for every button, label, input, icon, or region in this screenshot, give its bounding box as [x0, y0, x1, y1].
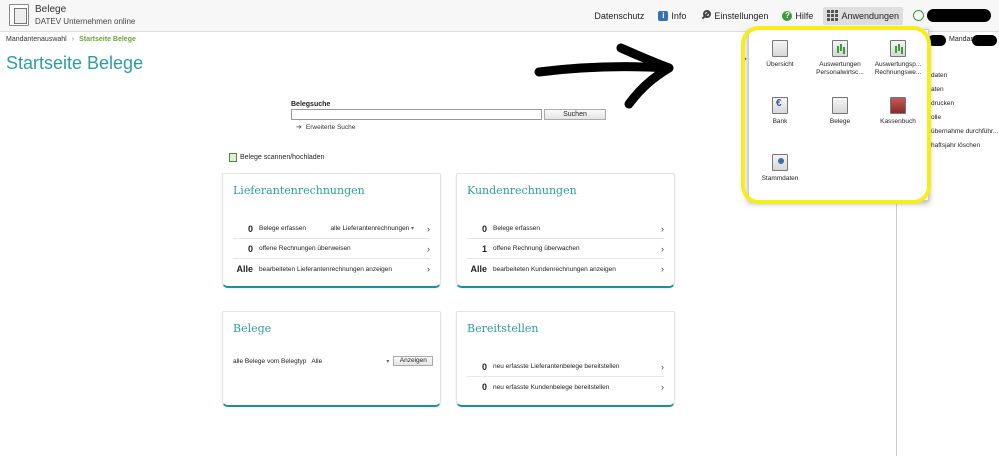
- count: Alle: [470, 264, 487, 274]
- anwendungen-menu[interactable]: Anwendungen: [823, 6, 903, 25]
- search-input[interactable]: [291, 109, 542, 120]
- extended-search-label: Erweiterte Suche: [305, 124, 356, 131]
- side-panel-item[interactable]: olle: [931, 114, 941, 121]
- count: 0: [247, 223, 253, 234]
- chevron-right-icon: ›: [661, 382, 664, 392]
- count: Alle: [236, 264, 253, 274]
- count: 0: [481, 223, 487, 234]
- side-panel-item[interactable]: haftsjahr löschen: [931, 142, 980, 149]
- annotation-highlight: [741, 26, 931, 204]
- chevron-right-icon: ›: [661, 223, 664, 234]
- count: 0: [481, 361, 487, 372]
- arrow-right-icon: ➔: [296, 124, 302, 131]
- info-icon: i: [658, 10, 669, 21]
- list-item[interactable]: 0 Belege erfassen alle Lieferantenrechnu…: [233, 219, 430, 239]
- count: 1: [481, 243, 487, 254]
- chevron-right-icon: ›: [661, 243, 664, 254]
- einstellungen-menu[interactable]: Einstellungen: [696, 7, 772, 25]
- list-item[interactable]: 0 offene Rechnungen überweisen ›: [233, 239, 430, 259]
- list-item[interactable]: Alle bearbeiteten Lieferantenrechnungen …: [233, 259, 430, 279]
- side-panel-item[interactable]: daten: [931, 72, 947, 79]
- breadcrumb-parent[interactable]: Mandantenauswahl: [6, 36, 67, 43]
- help-icon: ?: [782, 10, 793, 21]
- belegtyp-label: alle Belege vom Belegtyp: [233, 357, 307, 365]
- app-subtitle: DATEV Unternehmen online: [35, 17, 136, 26]
- hilfe-menu[interactable]: ? Hilfe: [778, 7, 817, 25]
- app-title: Belege: [35, 4, 67, 15]
- chevron-right-icon: ›: [661, 264, 664, 274]
- row-label: neu erfasste Lieferantenbelege bereitste…: [493, 363, 620, 370]
- anwendungen-label: Anwendungen: [841, 10, 899, 21]
- chevron-right-icon: ›: [427, 264, 430, 274]
- belegtyp-select[interactable]: Alle: [311, 356, 389, 366]
- belege-card: Belege alle Belege vom Belegtyp Alle Anz…: [222, 311, 441, 407]
- chevron-right-icon: ›: [427, 243, 430, 254]
- lieferantenrechnungen-card: Lieferantenrechnungen 0 Belege erfassen …: [222, 173, 441, 288]
- redacted-username: [927, 9, 991, 22]
- list-item[interactable]: 1 offene Rechnung überwachen ›: [467, 239, 664, 259]
- row-label: offene Rechnung überwachen: [493, 245, 580, 252]
- card-title: Kundenrechnungen: [467, 184, 577, 197]
- info-menu[interactable]: i Info: [654, 7, 690, 25]
- list-item[interactable]: 0 neu erfasste Lieferantenbelege bereits…: [467, 357, 664, 377]
- side-panel-item[interactable]: aten: [931, 86, 944, 93]
- belege-app-icon: [9, 4, 29, 26]
- side-panel-item[interactable]: übernahme durchführ...: [931, 128, 998, 135]
- belegtyp-filter: alle Belege vom Belegtyp Alle Anzeigen: [233, 356, 434, 366]
- upload-icon: [229, 153, 237, 162]
- datenschutz-label: Datenschutz: [594, 10, 645, 21]
- row-label: Belege erfassen: [259, 225, 306, 232]
- einstellungen-label: Einstellungen: [714, 10, 769, 21]
- row-label: bearbeiteten Kundenrechnungen anzeigen: [493, 265, 616, 273]
- count: 0: [247, 243, 253, 254]
- upload-label: Belege scannen/hochladen: [240, 154, 325, 161]
- upload-link[interactable]: Belege scannen/hochladen: [229, 153, 324, 162]
- card-title: Bereitstellen: [467, 322, 539, 335]
- anzeigen-button[interactable]: Anzeigen: [393, 356, 434, 366]
- extended-search-link[interactable]: ➔ Erweiterte Suche: [296, 123, 355, 131]
- info-label: Info: [671, 10, 687, 21]
- user-menu[interactable]: [909, 7, 995, 25]
- count: 0: [481, 382, 487, 392]
- list-item[interactable]: 0 Belege erfassen ›: [467, 219, 664, 239]
- chevron-right-icon: ›: [427, 223, 430, 234]
- breadcrumb-current: Startseite Belege: [79, 36, 136, 43]
- wrench-icon: [700, 10, 712, 21]
- chevron-right-icon: ›: [661, 361, 664, 372]
- card-title: Belege: [233, 322, 272, 335]
- datenschutz-link[interactable]: Datenschutz: [590, 7, 648, 25]
- card-title: Lieferantenrechnungen: [233, 184, 365, 197]
- kundenrechnungen-card: Kundenrechnungen 0 Belege erfassen › 1 o…: [456, 173, 675, 288]
- row-label: Belege erfassen: [493, 225, 540, 232]
- row-label: neu erfasste Kundenbelege bereitstellen: [493, 383, 610, 391]
- invoice-filter-dropdown[interactable]: alle Lieferantenrechnungen: [331, 225, 414, 232]
- list-item[interactable]: 0 neu erfasste Kundenbelege bereitstelle…: [467, 377, 664, 397]
- user-icon: [913, 10, 924, 21]
- breadcrumb: Mandantenauswahl › Startseite Belege: [6, 36, 136, 43]
- annotation-arrow: [534, 43, 674, 109]
- list-item[interactable]: Alle bearbeiteten Kundenrechnungen anzei…: [467, 259, 664, 279]
- page-title: Startseite Belege: [6, 53, 144, 73]
- hilfe-label: Hilfe: [795, 10, 814, 21]
- row-label: offene Rechnungen überweisen: [259, 245, 351, 252]
- apps-grid-icon: [827, 10, 839, 21]
- redacted-mandant-name: [972, 35, 997, 46]
- search-label: Belegsuche: [291, 101, 331, 108]
- belegtyp-value: Alle: [311, 357, 323, 365]
- row-label: bearbeiteten Lieferantenrechnungen anzei…: [259, 265, 392, 273]
- side-panel-item[interactable]: drucken: [931, 100, 954, 107]
- bereitstellen-card: Bereitstellen 0 neu erfasste Lieferanten…: [456, 311, 675, 407]
